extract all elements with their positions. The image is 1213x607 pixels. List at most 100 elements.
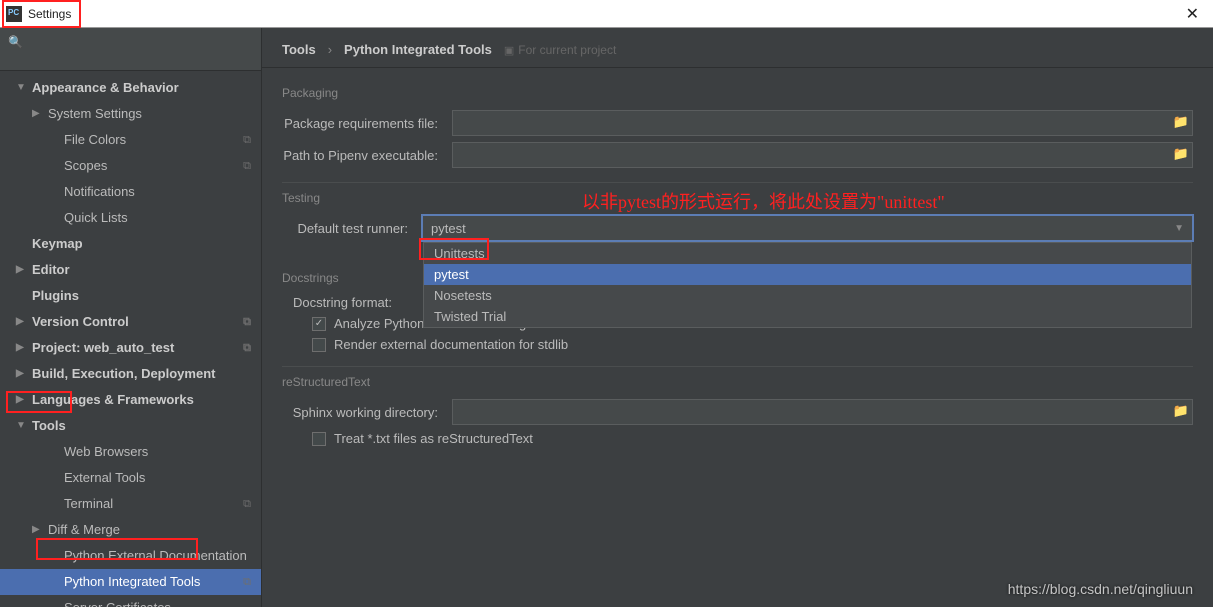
sidebar-item-label: Terminal: [64, 494, 113, 514]
sidebar-item-label: System Settings: [48, 104, 142, 124]
sidebar-item-label: Web Browsers: [64, 442, 148, 462]
sidebar-item-python-external-documentation[interactable]: Python External Documentation: [0, 543, 261, 569]
sidebar-item-scopes[interactable]: Scopes ⧉: [0, 153, 261, 179]
select-value: pytest: [431, 221, 466, 236]
input-sphinx-dir[interactable]: [452, 399, 1193, 425]
label-sphinx-dir: Sphinx working directory:: [282, 405, 452, 420]
section-packaging: Packaging: [282, 86, 1193, 100]
label-render-stdlib: Render external documentation for stdlib: [334, 337, 568, 352]
project-scope-icon: ⧉: [243, 572, 251, 592]
chevron-right-icon: ▶: [16, 338, 28, 358]
search-icon: 🔍: [8, 35, 23, 49]
sidebar-item-label: Diff & Merge: [48, 520, 120, 540]
sidebar-item-label: Tools: [32, 416, 66, 436]
sidebar-item-label: File Colors: [64, 130, 126, 150]
sidebar-item-project-web-auto-test[interactable]: ▶Project: web_auto_test ⧉: [0, 335, 261, 361]
project-scope-icon: ⧉: [243, 338, 251, 358]
sidebar-item-build-execution-deployment[interactable]: ▶Build, Execution, Deployment: [0, 361, 261, 387]
titlebar: Settings ✕: [0, 0, 1213, 28]
window-title: Settings: [28, 7, 71, 21]
chevron-down-icon: ▼: [1174, 223, 1184, 234]
breadcrumb-current: Python Integrated Tools: [344, 42, 492, 57]
sidebar-item-label: Languages & Frameworks: [32, 390, 194, 410]
sidebar-item-label: Python Integrated Tools: [64, 572, 200, 592]
dropdown-option-twisted-trial[interactable]: Twisted Trial: [424, 306, 1191, 327]
scope-label: ▣For current project: [504, 43, 616, 57]
sidebar-item-notifications[interactable]: Notifications: [0, 179, 261, 205]
sidebar-item-quick-lists[interactable]: Quick Lists: [0, 205, 261, 231]
sidebar-item-terminal[interactable]: Terminal ⧉: [0, 491, 261, 517]
input-requirements-file[interactable]: [452, 110, 1193, 136]
checkbox-analyze-docstrings[interactable]: [312, 317, 326, 331]
chevron-right-icon: ▶: [16, 260, 28, 280]
sidebar: 🔍 ▼Appearance & Behavior▶System Settings…: [0, 28, 262, 607]
sidebar-item-label: Scopes: [64, 156, 107, 176]
close-icon[interactable]: ✕: [1178, 4, 1207, 24]
sidebar-item-label: Server Certificates: [64, 598, 171, 607]
project-scope-icon: ⧉: [243, 130, 251, 150]
sidebar-item-web-browsers[interactable]: Web Browsers: [0, 439, 261, 465]
project-icon: ▣: [504, 45, 514, 57]
chevron-right-icon: ›: [328, 42, 332, 57]
main-panel: Tools › Python Integrated Tools ▣For cur…: [262, 28, 1213, 607]
checkbox-treat-txt[interactable]: [312, 432, 326, 446]
select-test-runner[interactable]: pytest ▼ UnittestspytestNosetestsTwisted…: [422, 215, 1193, 241]
sidebar-item-server-certificates[interactable]: Server Certificates: [0, 595, 261, 607]
sidebar-item-diff-merge[interactable]: ▶Diff & Merge: [0, 517, 261, 543]
sidebar-item-plugins[interactable]: Plugins: [0, 283, 261, 309]
chevron-down-icon: ▼: [16, 416, 28, 436]
pycharm-icon: [6, 6, 22, 22]
chevron-right-icon: ▶: [16, 364, 28, 384]
chevron-right-icon: ▶: [32, 104, 44, 124]
sidebar-item-external-tools[interactable]: External Tools: [0, 465, 261, 491]
label-requirements-file: Package requirements file:: [282, 116, 452, 131]
sidebar-item-label: Plugins: [32, 286, 79, 306]
sidebar-item-label: Project: web_auto_test: [32, 338, 174, 358]
search-input[interactable]: [8, 49, 253, 64]
sidebar-item-languages-frameworks[interactable]: ▶Languages & Frameworks: [0, 387, 261, 413]
sidebar-item-label: Notifications: [64, 182, 135, 202]
project-scope-icon: ⧉: [243, 156, 251, 176]
chevron-right-icon: ▶: [16, 390, 28, 410]
section-rst: reStructuredText: [282, 375, 1193, 389]
checkbox-render-stdlib[interactable]: [312, 338, 326, 352]
sidebar-item-label: Quick Lists: [64, 208, 128, 228]
label-treat-txt: Treat *.txt files as reStructuredText: [334, 431, 533, 446]
sidebar-item-appearance-behavior[interactable]: ▼Appearance & Behavior: [0, 75, 261, 101]
sidebar-item-keymap[interactable]: Keymap: [0, 231, 261, 257]
sidebar-item-label: External Tools: [64, 468, 145, 488]
sidebar-item-python-integrated-tools[interactable]: Python Integrated Tools ⧉: [0, 569, 261, 595]
sidebar-item-tools[interactable]: ▼Tools: [0, 413, 261, 439]
test-runner-dropdown: UnittestspytestNosetestsTwisted Trial: [423, 242, 1192, 328]
sidebar-item-version-control[interactable]: ▶Version Control⧉: [0, 309, 261, 335]
sidebar-item-label: Editor: [32, 260, 70, 280]
browse-icon[interactable]: 📁: [1171, 401, 1191, 421]
sidebar-item-system-settings[interactable]: ▶System Settings: [0, 101, 261, 127]
sidebar-item-file-colors[interactable]: File Colors ⧉: [0, 127, 261, 153]
sidebar-item-editor[interactable]: ▶Editor: [0, 257, 261, 283]
settings-tree: ▼Appearance & Behavior▶System SettingsFi…: [0, 71, 261, 607]
label-docstring-format: Docstring format:: [282, 295, 406, 310]
watermark: https://blog.csdn.net/qingliuun: [1008, 581, 1193, 597]
breadcrumb: Tools › Python Integrated Tools ▣For cur…: [262, 28, 1213, 68]
breadcrumb-parent[interactable]: Tools: [282, 42, 316, 57]
browse-icon[interactable]: 📁: [1171, 112, 1191, 132]
sidebar-item-label: Appearance & Behavior: [32, 78, 179, 98]
browse-icon[interactable]: 📁: [1171, 144, 1191, 164]
input-pipenv-path[interactable]: [452, 142, 1193, 168]
dropdown-option-nosetests[interactable]: Nosetests: [424, 285, 1191, 306]
dropdown-option-unittests[interactable]: Unittests: [424, 243, 1191, 264]
search-box[interactable]: 🔍: [0, 28, 261, 71]
sidebar-item-label: Python External Documentation: [64, 546, 247, 566]
project-scope-icon: ⧉: [243, 494, 251, 514]
project-scope-icon: ⧉: [243, 312, 251, 332]
dropdown-option-pytest[interactable]: pytest: [424, 264, 1191, 285]
section-testing: Testing: [282, 191, 1193, 205]
form-area: Packaging Package requirements file: 📁 P…: [262, 68, 1213, 462]
sidebar-item-label: Keymap: [32, 234, 83, 254]
sidebar-item-label: Build, Execution, Deployment: [32, 364, 215, 384]
chevron-right-icon: ▶: [32, 520, 44, 540]
label-test-runner: Default test runner:: [282, 221, 422, 236]
chevron-down-icon: ▼: [16, 78, 28, 98]
label-pipenv-path: Path to Pipenv executable:: [282, 148, 452, 163]
